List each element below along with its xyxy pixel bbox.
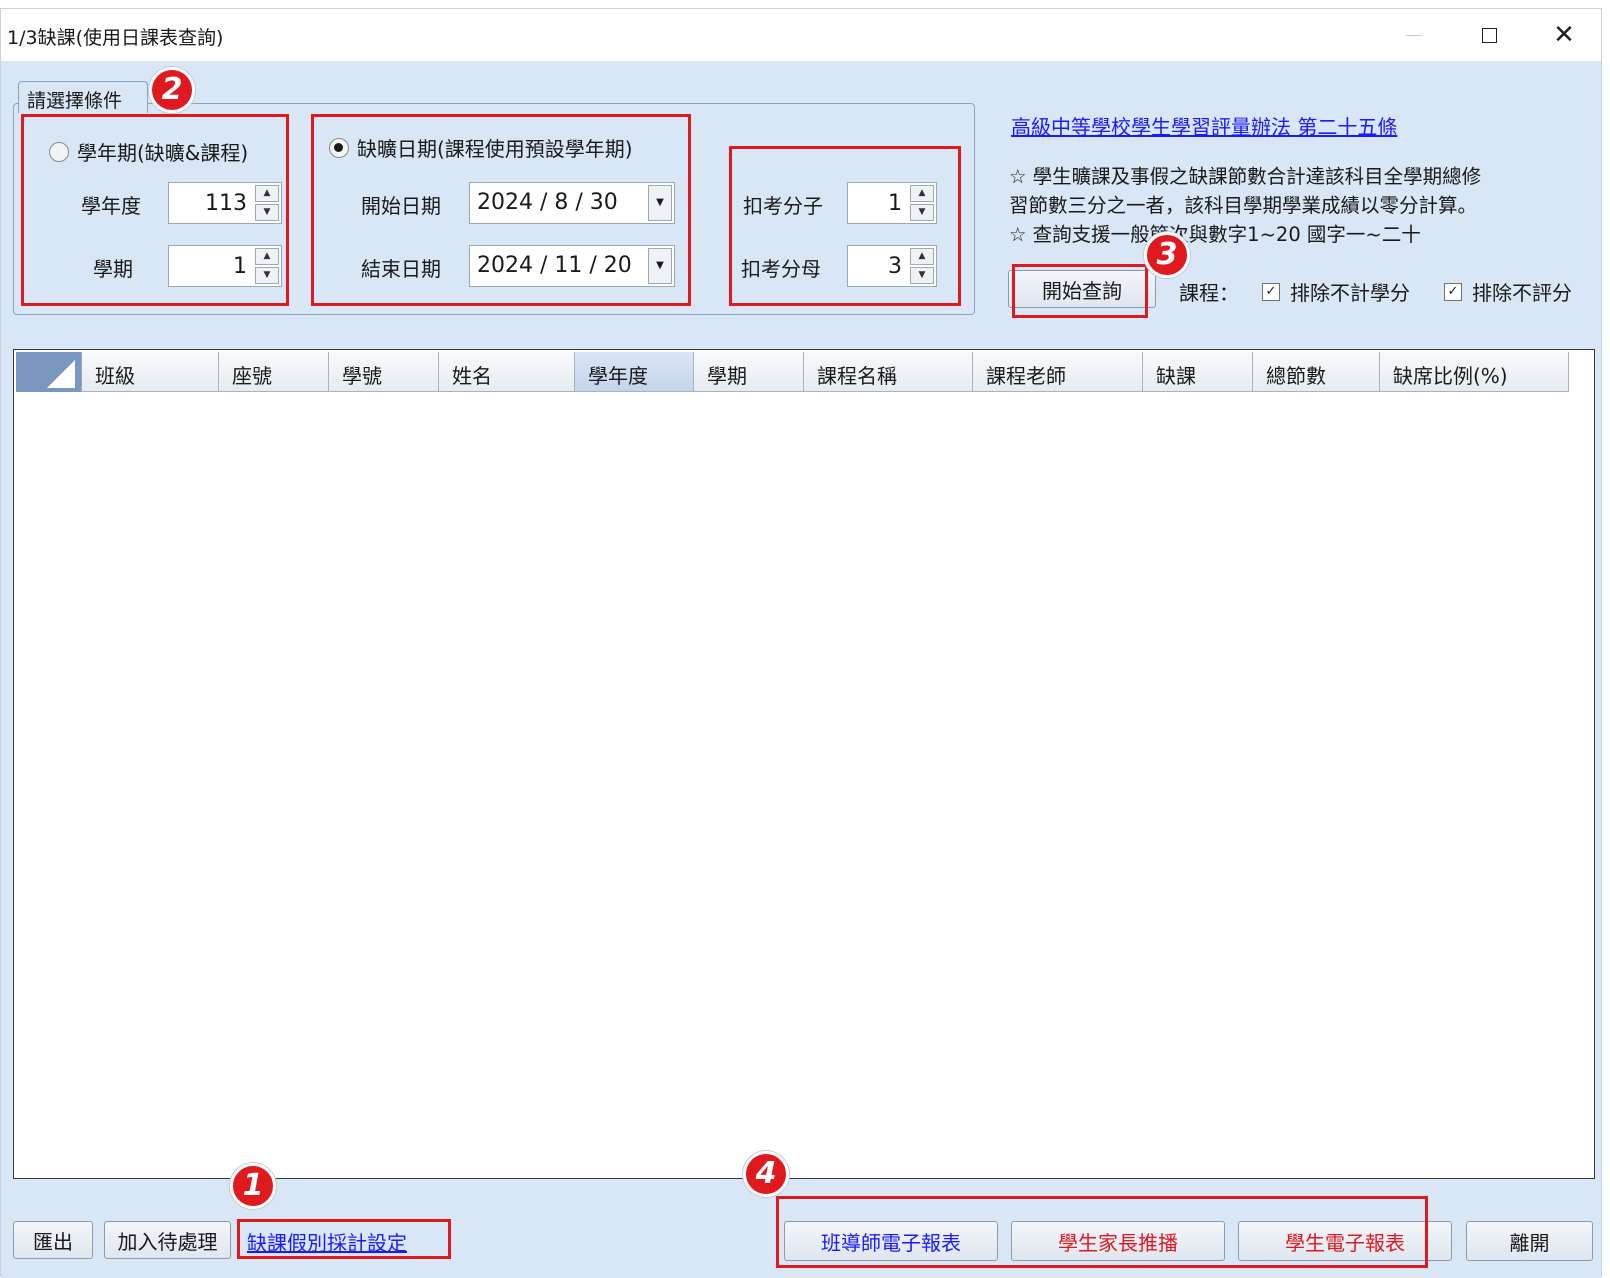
note-line-3: ☆ 查詢支援一般節次與數字1~20 國字一~二十 (1009, 223, 1421, 246)
col-header-class[interactable]: 班級 (82, 352, 219, 392)
annotation-badge-3: 3 (1144, 232, 1190, 278)
window-title: 1/3缺課(使用日課表查詢) (7, 27, 224, 49)
exclude-score-label: 排除不評分 (1472, 281, 1572, 305)
law-link[interactable]: 高級中等學校學生學習評量辦法 第二十五條 (1011, 111, 1397, 140)
date-radio-label: 缺曠日期(課程使用預設學年期) (357, 137, 633, 161)
spin-down-icon[interactable]: ▼ (255, 204, 279, 221)
dropdown-arrow-icon[interactable]: ▼ (648, 248, 672, 284)
annotation-badge-2: 2 (149, 67, 195, 113)
col-header-name[interactable]: 姓名 (439, 352, 575, 392)
end-date-picker[interactable]: 2024 / 11 / 20 ▼ (469, 245, 675, 287)
date-radio[interactable] (329, 137, 349, 158)
end-date-value: 2024 / 11 / 20 (477, 253, 632, 278)
add-pending-button[interactable]: 加入待處理 (104, 1221, 231, 1259)
title-bar: 1/3缺課(使用日課表查詢) ✕ (1, 9, 1601, 61)
col-header-semester[interactable]: 學期 (694, 352, 804, 392)
leave-settings-link[interactable]: 缺課假別採計設定 (247, 1227, 407, 1256)
minimize-icon (1406, 34, 1422, 36)
col-header-course-name[interactable]: 課程名稱 (804, 352, 973, 392)
result-grid[interactable]: 班級 座號 學號 姓名 學年度 學期 課程名稱 課程老師 缺課 總節數 缺席比例… (13, 349, 1595, 1179)
date-radio-option[interactable]: 缺曠日期(課程使用預設學年期) (329, 133, 633, 162)
school-year-label: 學年度 (81, 194, 141, 218)
spin-down-icon[interactable]: ▼ (910, 204, 934, 221)
col-header-teacher[interactable]: 課程老師 (973, 352, 1143, 392)
criteria-group-title: 請選擇條件 (18, 81, 148, 113)
leave-button[interactable]: 離開 (1466, 1221, 1593, 1261)
exclude-credit-label: 排除不計學分 (1290, 281, 1410, 305)
col-header-student-id[interactable]: 學號 (329, 352, 439, 392)
grid-header: 班級 座號 學號 姓名 學年度 學期 課程名稱 課程老師 缺課 總節數 缺席比例… (16, 352, 1569, 392)
note-line-1: ☆ 學生曠課及事假之缺課節數合計達該科目全學期總修 (1009, 165, 1482, 188)
start-query-button[interactable]: 開始查詢 (1008, 270, 1156, 308)
start-date-value: 2024 / 8 / 30 (477, 190, 618, 215)
annotation-badge-1: 1 (230, 1163, 276, 1209)
dropdown-arrow-icon[interactable]: ▼ (648, 185, 672, 221)
close-button[interactable]: ✕ (1526, 9, 1602, 61)
spin-up-icon[interactable]: ▲ (910, 248, 934, 265)
col-header-absence-ratio[interactable]: 缺席比例(%) (1380, 352, 1569, 392)
close-icon: ✕ (1553, 20, 1575, 50)
maximize-button[interactable] (1451, 9, 1527, 61)
student-report-button[interactable]: 學生電子報表 (1238, 1221, 1452, 1261)
spin-down-icon[interactable]: ▼ (910, 267, 934, 284)
denominator-spinner[interactable]: 3 ▲ ▼ (847, 245, 937, 287)
note-line-2: 習節數三分之一者，該科目學期學業成績以零分計算。 (1009, 194, 1478, 217)
school-year-value: 113 (205, 191, 247, 216)
maximize-icon (1481, 27, 1497, 43)
spin-up-icon[interactable]: ▲ (255, 248, 279, 265)
start-date-label: 開始日期 (361, 194, 441, 218)
numerator-value: 1 (888, 191, 902, 216)
start-date-picker[interactable]: 2024 / 8 / 30 ▼ (469, 182, 675, 224)
select-all-corner[interactable] (16, 352, 82, 392)
end-date-label: 結束日期 (361, 257, 441, 281)
semester-spinner[interactable]: 1 ▲ ▼ (168, 245, 282, 287)
semester-value: 1 (233, 254, 247, 279)
semester-radio-label: 學年期(缺曠&課程) (77, 141, 249, 165)
numerator-label: 扣考分子 (743, 194, 823, 218)
exclude-credit-option[interactable]: ✓ 排除不計學分 (1262, 277, 1410, 306)
spin-up-icon[interactable]: ▲ (910, 185, 934, 202)
semester-radio[interactable] (49, 141, 69, 162)
col-header-seat[interactable]: 座號 (219, 352, 329, 392)
corner-triangle-icon (47, 360, 75, 388)
denominator-value: 3 (888, 254, 902, 279)
export-button[interactable]: 匯出 (13, 1221, 93, 1259)
annotation-badge-4: 4 (743, 1151, 789, 1197)
col-header-absence[interactable]: 缺課 (1143, 352, 1253, 392)
course-label: 課程： (1179, 281, 1239, 305)
denominator-label: 扣考分母 (741, 257, 821, 281)
homeroom-report-button[interactable]: 班導師電子報表 (784, 1221, 998, 1261)
spin-up-icon[interactable]: ▲ (255, 185, 279, 202)
semester-label: 學期 (93, 257, 133, 281)
numerator-spinner[interactable]: 1 ▲ ▼ (847, 182, 937, 224)
school-year-spinner[interactable]: 113 ▲ ▼ (168, 182, 282, 224)
parent-push-button[interactable]: 學生家長推播 (1011, 1221, 1225, 1261)
app-window: 1/3缺課(使用日課表查詢) ✕ 請選擇條件 2 學年期(缺曠&課程) 學年度 … (0, 8, 1602, 1278)
col-header-total-periods[interactable]: 總節數 (1253, 352, 1380, 392)
semester-radio-option[interactable]: 學年期(缺曠&課程) (49, 137, 248, 166)
spin-down-icon[interactable]: ▼ (255, 267, 279, 284)
exclude-score-option[interactable]: ✓ 排除不評分 (1444, 277, 1572, 306)
exclude-credit-checkbox[interactable]: ✓ (1262, 282, 1280, 301)
col-header-school-year[interactable]: 學年度 (575, 352, 694, 392)
client-area: 請選擇條件 2 學年期(缺曠&課程) 學年度 113 ▲ ▼ 學期 1 ▲ ▼ 缺曠… (1, 61, 1601, 1278)
minimize-button[interactable] (1376, 9, 1452, 61)
exclude-score-checkbox[interactable]: ✓ (1444, 282, 1462, 301)
